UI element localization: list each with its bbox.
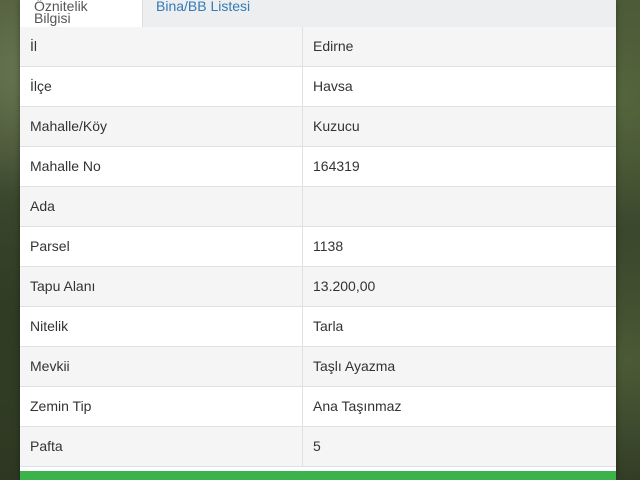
row-value: 164319 — [302, 147, 616, 186]
row-value: 13.200,00 — [302, 267, 616, 306]
parcel-info-panel: Öznitelik Bilgisi Bina/BB Listesi İl Edi… — [20, 0, 616, 480]
row-label: Mahalle No — [30, 158, 101, 174]
tab-attribute-info[interactable]: Öznitelik Bilgisi — [20, 0, 143, 28]
attribute-table: İl Edirne İlçe Havsa Mahalle/Köy Kuzucu … — [20, 27, 616, 467]
tab-bar: Öznitelik Bilgisi Bina/BB Listesi — [20, 0, 616, 28]
table-row-tapu-alani: Tapu Alanı 13.200,00 — [20, 267, 616, 307]
row-value — [302, 187, 616, 226]
row-value: Edirne — [302, 27, 616, 66]
row-label: Parsel — [30, 238, 70, 254]
row-label: İlçe — [30, 78, 52, 94]
table-row-parsel: Parsel 1138 — [20, 227, 616, 267]
row-label: Pafta — [30, 438, 63, 454]
row-label: Ada — [30, 198, 55, 214]
table-row-mevkii: Mevkii Taşlı Ayazma — [20, 347, 616, 387]
table-row-nitelik: Nitelik Tarla — [20, 307, 616, 347]
row-label: Mahalle/Köy — [30, 118, 108, 134]
action-bar[interactable] — [20, 471, 616, 480]
table-row-mahalle-no: Mahalle No 164319 — [20, 147, 616, 187]
table-row-pafta: Pafta 5 — [20, 427, 616, 467]
row-label: Mevkii — [30, 358, 70, 374]
row-value: Tarla — [302, 307, 616, 346]
row-value: Ana Taşınmaz — [302, 387, 616, 426]
row-value: Havsa — [302, 67, 616, 106]
row-label: İl — [30, 38, 37, 54]
table-row-mahalle: Mahalle/Köy Kuzucu — [20, 107, 616, 147]
row-label: Zemin Tip — [30, 398, 92, 414]
table-row-il: İl Edirne — [20, 27, 616, 67]
table-row-ilce: İlçe Havsa — [20, 67, 616, 107]
table-row-zemin-tip: Zemin Tip Ana Taşınmaz — [20, 387, 616, 427]
row-label: Nitelik — [30, 318, 69, 334]
row-value: Taşlı Ayazma — [302, 347, 616, 386]
row-value: 1138 — [302, 227, 616, 266]
table-row-ada: Ada — [20, 187, 616, 227]
row-value: 5 — [302, 427, 616, 466]
row-label: Tapu Alanı — [30, 278, 96, 294]
row-value: Kuzucu — [302, 107, 616, 146]
tab-building-list[interactable]: Bina/BB Listesi — [142, 0, 264, 27]
